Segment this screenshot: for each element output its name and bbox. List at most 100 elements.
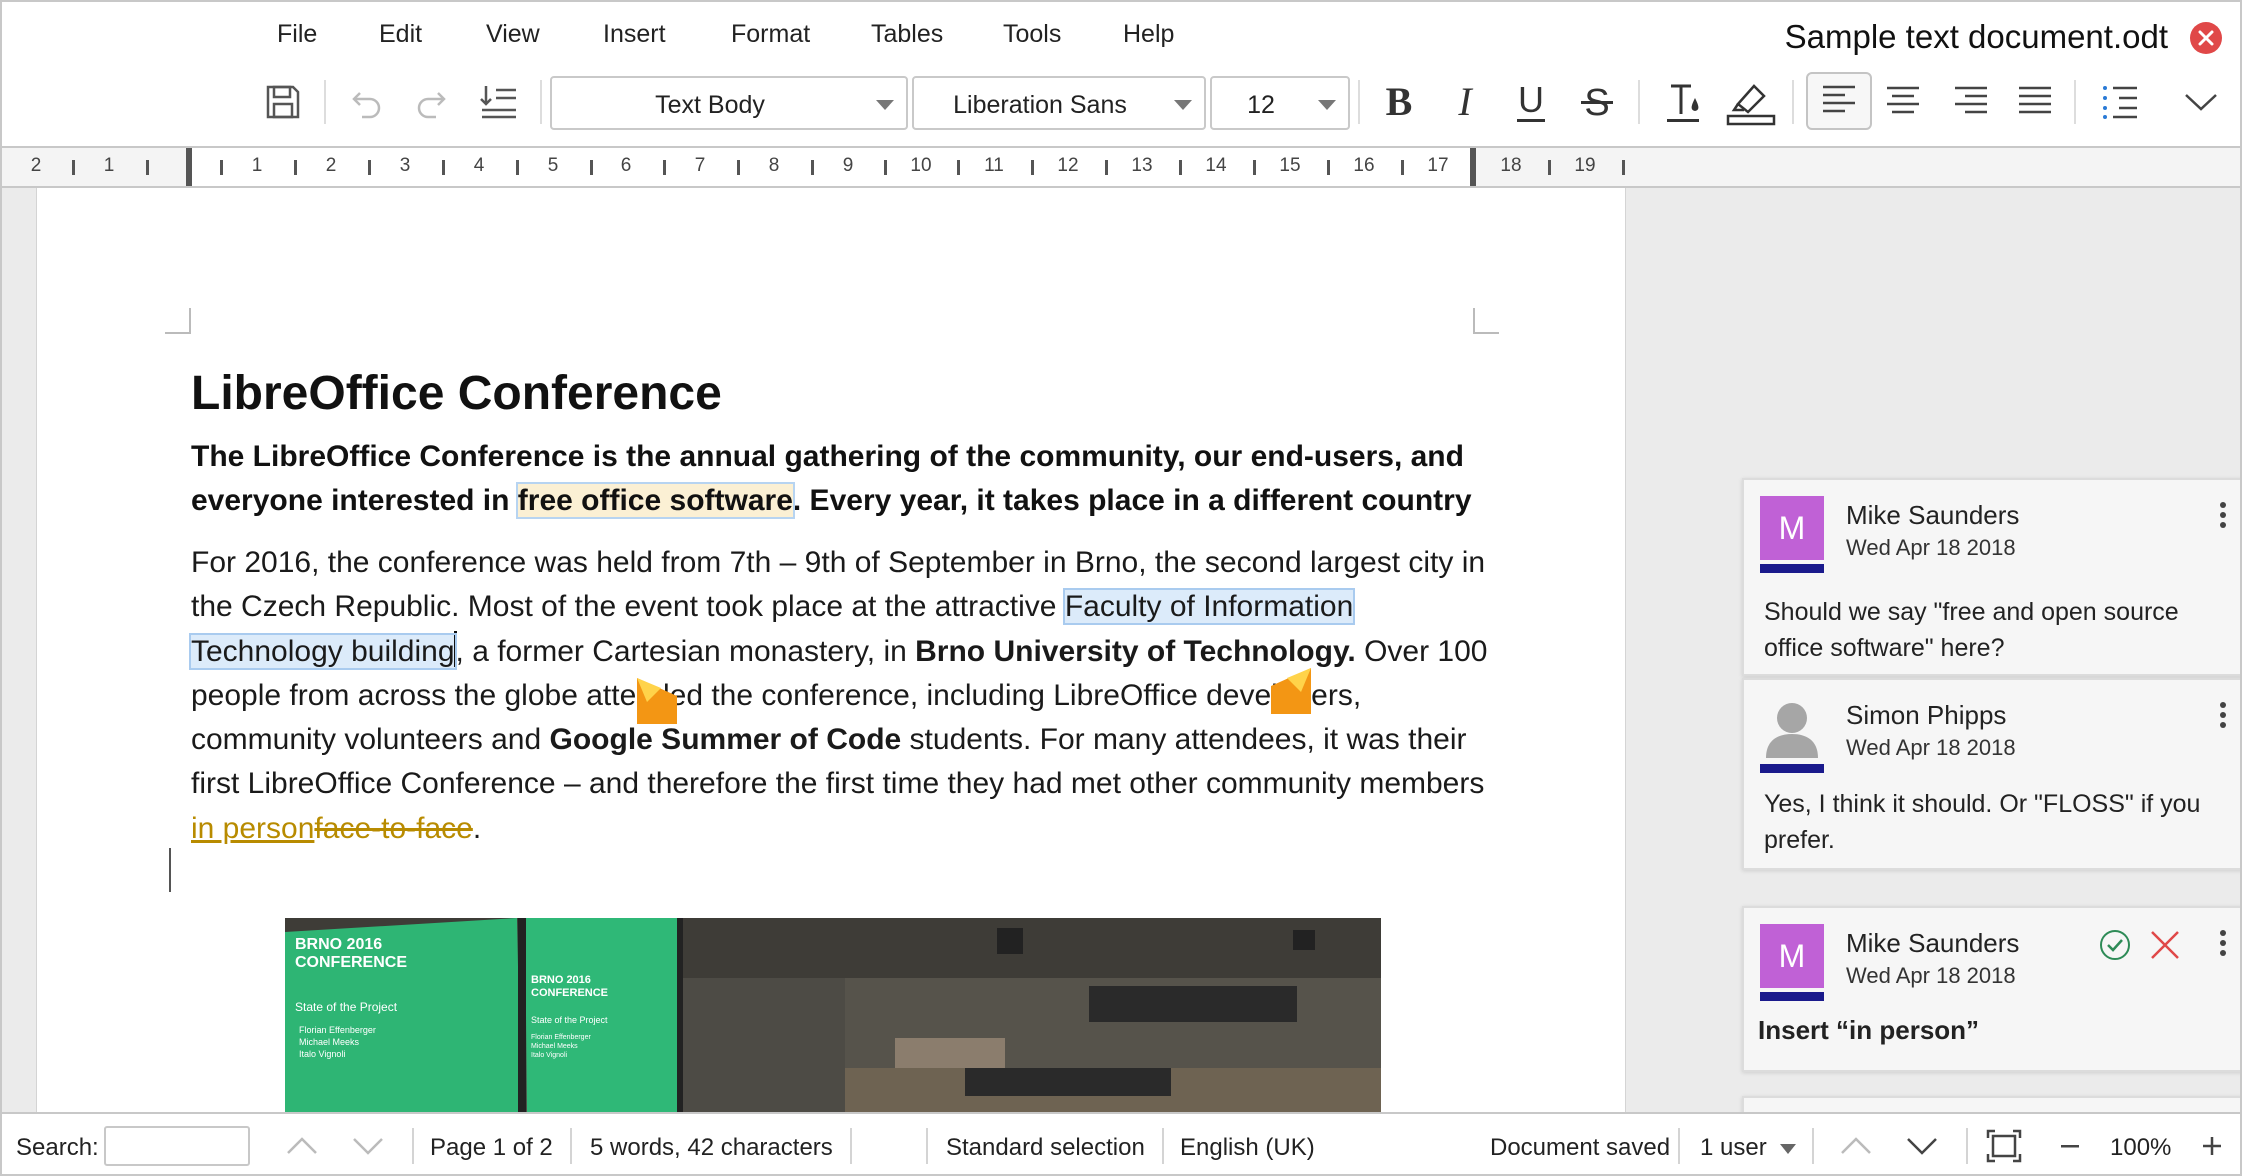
text-color-button[interactable] (1654, 72, 1712, 132)
avatar: M (1760, 496, 1824, 560)
document-page[interactable]: LibreOffice Conference The LibreOffice C… (36, 188, 1626, 1112)
avatar (1760, 696, 1824, 760)
zoom-level[interactable]: 100% (2110, 1134, 2171, 1162)
menu-format[interactable]: Format (731, 20, 810, 49)
menu-view[interactable]: View (486, 20, 540, 49)
font-name-value: Liberation Sans (953, 91, 1127, 119)
zoom-out-button[interactable] (2050, 1128, 2090, 1164)
ruler-label: 11 (984, 155, 1004, 176)
more-options-icon[interactable] (2218, 502, 2228, 532)
search-next-button[interactable] (348, 1128, 388, 1164)
more-button[interactable] (2172, 72, 2230, 132)
bold-button[interactable]: B (1370, 72, 1428, 132)
tracked-change-card[interactable]: M Mike Saunders Wed Apr 18 2018 Insert “… (1742, 906, 2240, 1072)
ruler-label: 6 (620, 155, 632, 176)
menu-edit[interactable]: Edit (379, 20, 422, 49)
menu-insert[interactable]: Insert (603, 20, 666, 49)
caret-down-icon[interactable] (1780, 1144, 1796, 1154)
plus-icon (2203, 1137, 2221, 1155)
save-status: Document saved (1490, 1134, 1671, 1161)
document-text[interactable]: LibreOffice Conference The LibreOffice C… (188, 363, 1501, 851)
ruler-label: 10 (910, 155, 932, 176)
comment-card-partial (1742, 1096, 2240, 1112)
page-count[interactable]: Page 1 of 2 (430, 1134, 553, 1162)
close-button[interactable] (2190, 22, 2222, 54)
line-spacing-button[interactable] (470, 72, 528, 132)
undo-icon (352, 92, 381, 119)
ruler-label: 1 (103, 155, 115, 176)
text-color-icon (1667, 84, 1699, 122)
align-left-button[interactable] (1806, 72, 1872, 130)
ruler-label: 19 (1574, 155, 1596, 176)
comment-card[interactable]: M Mike Saunders Wed Apr 18 2018 Should w… (1742, 478, 2240, 676)
more-options-icon[interactable] (2218, 930, 2228, 960)
conference-photo[interactable]: BRNO 2016 CONFERENCE State of the Projec… (285, 918, 1381, 1112)
font-name-select[interactable]: Liberation Sans (912, 76, 1206, 130)
underline-icon: U (1517, 80, 1545, 122)
statusbar: Search: Page 1 of 2 5 words, 42 characte… (2, 1112, 2240, 1174)
horizontal-ruler[interactable]: 2 1 1 2 3 4 5 6 7 8 9 10 11 12 13 14 15 … (2, 146, 2240, 188)
users-count[interactable]: 1 user (1700, 1134, 1767, 1162)
previous-change-button[interactable] (1836, 1128, 1876, 1164)
comment-date: Wed Apr 18 2018 (1846, 963, 2016, 988)
comment-date: Wed Apr 18 2018 (1846, 535, 2016, 560)
zoom-in-button[interactable] (2192, 1128, 2232, 1164)
align-right-button[interactable] (1942, 72, 2000, 132)
redo-button[interactable] (402, 72, 460, 132)
tracked-insertion[interactable]: in person (191, 812, 314, 845)
fit-page-button[interactable] (1984, 1128, 2024, 1164)
strikethrough-button[interactable]: S (1568, 72, 1626, 132)
ruler-label: 7 (694, 155, 706, 176)
align-center-button[interactable] (1874, 72, 1932, 132)
undo-button[interactable] (338, 72, 396, 132)
chevron-down-icon (2185, 94, 2217, 111)
reject-change-icon[interactable] (2148, 928, 2182, 962)
underline-button[interactable]: U (1502, 72, 1560, 132)
tracked-deletion[interactable]: face-to-face (314, 812, 472, 845)
font-size-value: 12 (1247, 91, 1275, 119)
toolbar: Text Body Liberation Sans 12 B I U S (2, 72, 2240, 146)
lead-paragraph: The LibreOffice Conference is the annual… (191, 440, 1472, 519)
comment-author: Mike Saunders (1846, 500, 2020, 530)
accept-change-icon[interactable] (2098, 928, 2132, 962)
align-left-icon (1823, 85, 1855, 113)
italic-button[interactable]: I (1436, 72, 1494, 132)
selection-start-handle-icon[interactable] (637, 678, 677, 724)
change-bar (169, 848, 171, 892)
selection-mode[interactable]: Standard selection (946, 1134, 1145, 1162)
redo-icon (417, 92, 446, 119)
menu-help[interactable]: Help (1123, 20, 1174, 49)
comment-card[interactable]: Simon Phipps Wed Apr 18 2018 Yes, I thin… (1742, 678, 2240, 870)
comment-text: Yes, I think it should. Or "FLOSS" if yo… (1764, 790, 2201, 854)
commented-text[interactable]: free office software (515, 482, 795, 519)
paragraph-style-select[interactable]: Text Body (550, 76, 908, 130)
chevron-down-icon (353, 1138, 383, 1155)
ruler-label: 15 (1279, 155, 1301, 176)
search-input[interactable] (104, 1126, 250, 1166)
font-size-select[interactable]: 12 (1210, 76, 1350, 130)
highlight-icon (1726, 84, 1776, 126)
menu-tools[interactable]: Tools (1003, 20, 1061, 49)
more-options-icon[interactable] (2218, 702, 2228, 732)
justify-button[interactable] (2006, 72, 2064, 132)
next-change-button[interactable] (1902, 1128, 1942, 1164)
menu-file[interactable]: File (277, 20, 317, 49)
ruler-label: 8 (768, 155, 780, 176)
ruler-label: 4 (473, 155, 485, 176)
document-title: Sample text document.odt (1784, 18, 2168, 55)
italic-icon: I (1457, 82, 1473, 122)
align-right-icon (1955, 86, 1987, 114)
list-button[interactable] (2092, 72, 2150, 132)
search-label: Search: (16, 1134, 99, 1161)
save-button[interactable] (254, 72, 312, 132)
paragraph-style-value: Text Body (655, 91, 765, 119)
author-color-bar (1760, 992, 1824, 1001)
menu-tables[interactable]: Tables (871, 20, 943, 49)
comment-author: Simon Phipps (1846, 700, 2007, 730)
selection-end-handle-icon[interactable] (1271, 668, 1311, 714)
highlight-button[interactable] (1722, 72, 1780, 132)
language[interactable]: English (UK) (1180, 1134, 1315, 1162)
writer-window: File Edit View Insert Format Tables Tool… (0, 0, 2242, 1176)
word-count[interactable]: 5 words, 42 characters (590, 1134, 833, 1162)
search-previous-button[interactable] (282, 1128, 322, 1164)
